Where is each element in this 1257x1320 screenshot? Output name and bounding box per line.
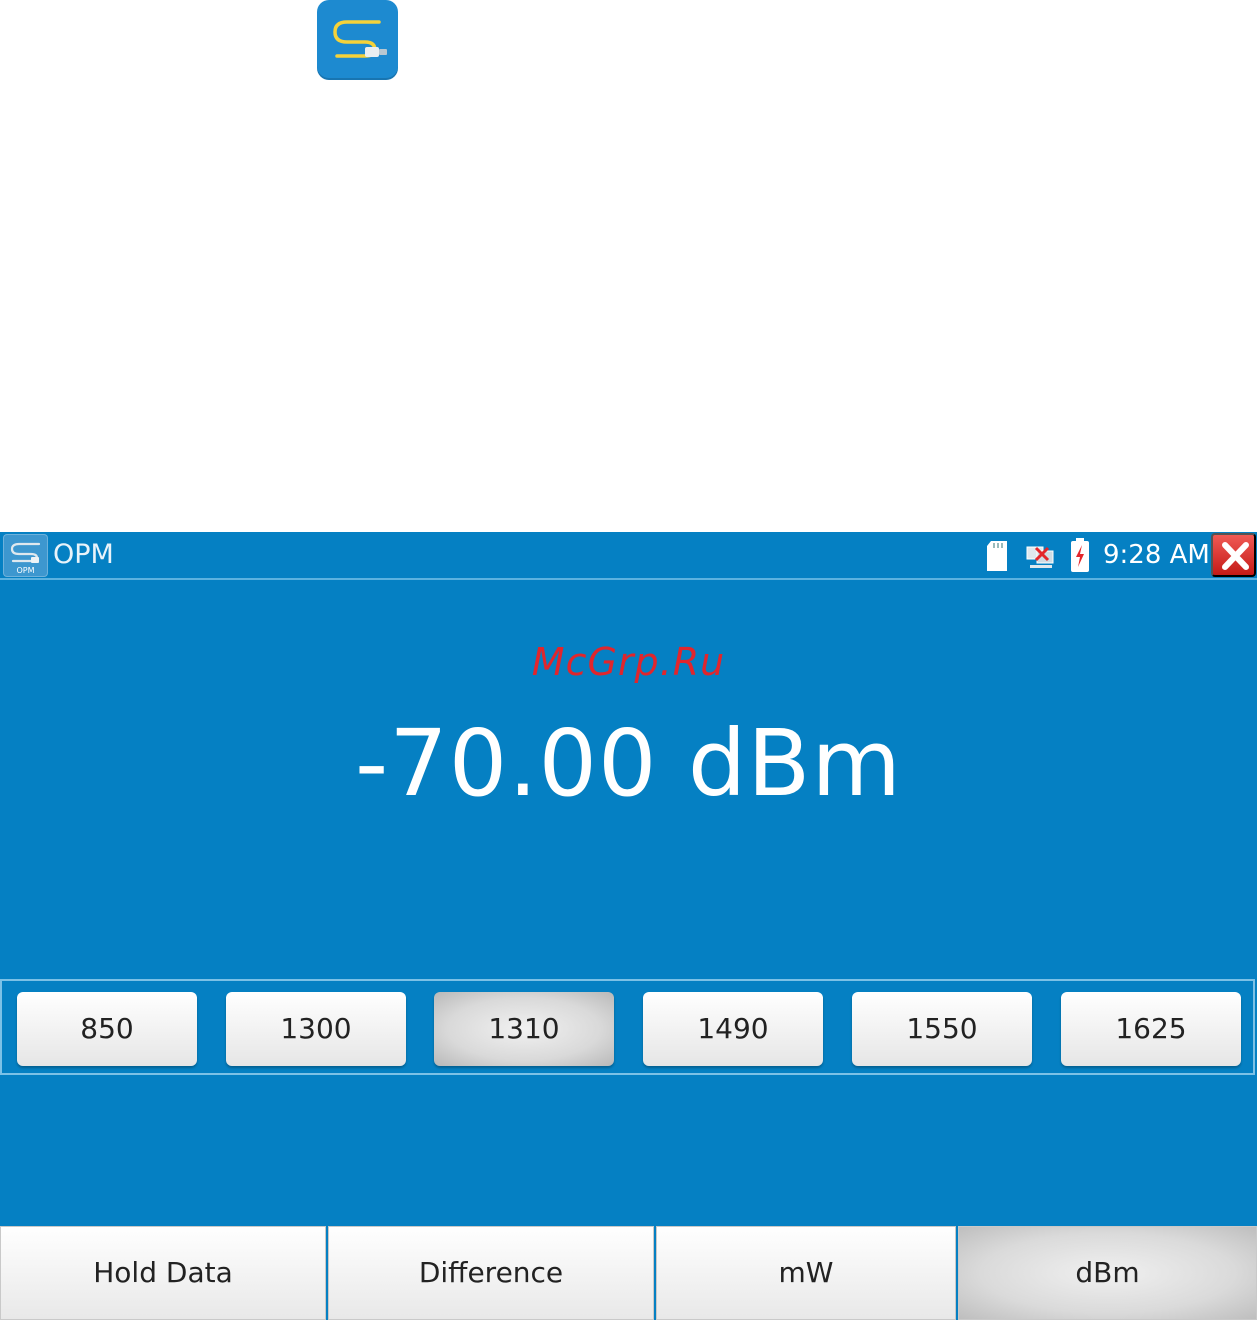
battery-charging-icon bbox=[1071, 538, 1089, 572]
wavelength-button-1625[interactable]: 1625 bbox=[1061, 992, 1241, 1066]
wavelength-button-1300[interactable]: 1300 bbox=[226, 992, 406, 1066]
close-button[interactable] bbox=[1211, 533, 1256, 577]
hold-data-button[interactable]: Hold Data bbox=[0, 1226, 326, 1320]
status-clock: 9:28 AM bbox=[1103, 540, 1210, 570]
wavelength-button-1550[interactable]: 1550 bbox=[852, 992, 1032, 1066]
network-disconnected-icon bbox=[1026, 546, 1054, 568]
fiber-cable-icon bbox=[333, 20, 387, 58]
bottom-toolbar: Hold Data Difference mW dBm bbox=[0, 1226, 1257, 1320]
wavelength-button-850[interactable]: 850 bbox=[17, 992, 197, 1066]
sd-card-icon bbox=[987, 541, 1007, 571]
difference-button[interactable]: Difference bbox=[328, 1226, 654, 1320]
close-icon bbox=[1222, 542, 1249, 570]
mw-unit-button[interactable]: mW bbox=[656, 1226, 956, 1320]
dbm-unit-button[interactable]: dBm bbox=[958, 1226, 1257, 1320]
opm-icon-label: OPM bbox=[16, 566, 35, 575]
opm-app-icon-small[interactable]: OPM bbox=[3, 534, 48, 577]
power-reading: -70.00 dBm bbox=[355, 710, 902, 817]
wavelength-selector: 850 1300 1310 1490 1550 1625 bbox=[0, 979, 1255, 1075]
status-bar: OPM OPM 9:28 AM bbox=[0, 532, 1257, 580]
opm-screen: OPM OPM 9:28 AM McGrp.Ru -70.00 dBm 850 … bbox=[0, 532, 1257, 1320]
watermark-text: McGrp.Ru bbox=[531, 640, 726, 684]
app-title: OPM bbox=[53, 539, 114, 570]
opm-app-icon[interactable] bbox=[317, 0, 398, 80]
wavelength-button-1310[interactable]: 1310 bbox=[434, 992, 614, 1066]
wavelength-button-1490[interactable]: 1490 bbox=[643, 992, 823, 1066]
